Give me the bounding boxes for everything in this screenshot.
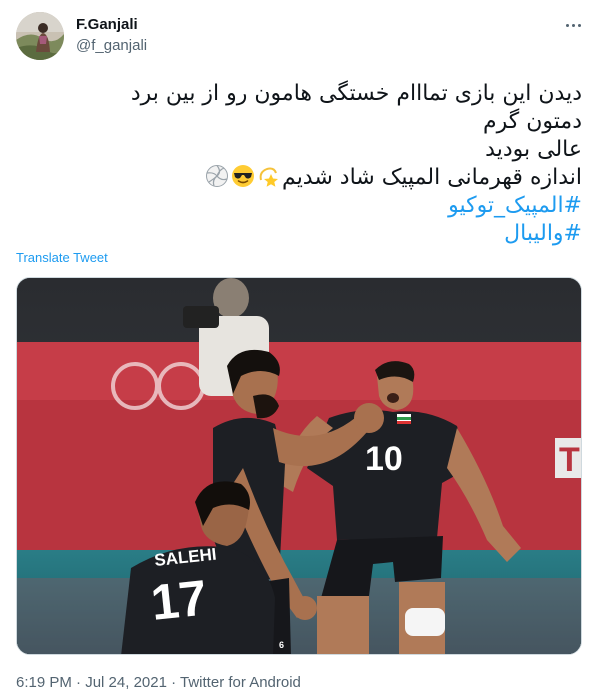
tweet-date[interactable]: Jul 24, 2021	[85, 674, 167, 691]
tweet-line-2: دمتون گرم	[483, 109, 582, 134]
tweet-source[interactable]: Twitter for Android	[180, 674, 301, 691]
translate-tweet-link[interactable]: Translate Tweet	[16, 250, 108, 265]
author-handle[interactable]: @f_ganjali	[76, 37, 147, 54]
jersey-number-10: 10	[365, 440, 403, 478]
jersey-number-17: 17	[148, 569, 209, 631]
volleyball-emoji	[206, 165, 229, 187]
jersey-number-6: 6	[279, 640, 284, 650]
more-options-icon[interactable]	[562, 14, 584, 36]
tweet-card: F.Ganjali @f_ganjali دیدن این بازی تمااا…	[0, 0, 598, 696]
banner-letter: T	[559, 441, 580, 479]
avatar[interactable]	[16, 12, 64, 60]
author-name[interactable]: F.Ganjali	[76, 16, 138, 33]
sunglasses-emoji	[232, 165, 255, 187]
tweet-line-4: اندازه قهرمانی المپیک شاد شدیم	[16, 164, 582, 192]
hashtag-volleyball[interactable]: #والیبال	[16, 220, 582, 248]
dizzy-star-emoji	[259, 167, 279, 187]
tweet-line-4-text: اندازه قهرمانی المپیک شاد شدیم	[282, 165, 582, 190]
tweet-time[interactable]: 6:19 PM	[16, 674, 72, 691]
tweet-meta: 6:19 PM · Jul 24, 2021 · Twitter for And…	[16, 674, 301, 691]
meta-separator-2: ·	[166, 674, 181, 691]
tweet-photo[interactable]: T 10 SALEHI 17 6	[16, 277, 582, 655]
meta-separator: ·	[71, 674, 86, 691]
tweet-line-1: دیدن این بازی تمااام خستگی هامون رو از ب…	[130, 81, 582, 106]
tweet-text: دیدن این بازی تمااام خستگی هامون رو از ب…	[16, 80, 582, 248]
hashtag-tokyo-olympics[interactable]: #المپیک_توکیو	[16, 192, 582, 220]
tweet-line-3: عالی بودید	[485, 137, 582, 162]
